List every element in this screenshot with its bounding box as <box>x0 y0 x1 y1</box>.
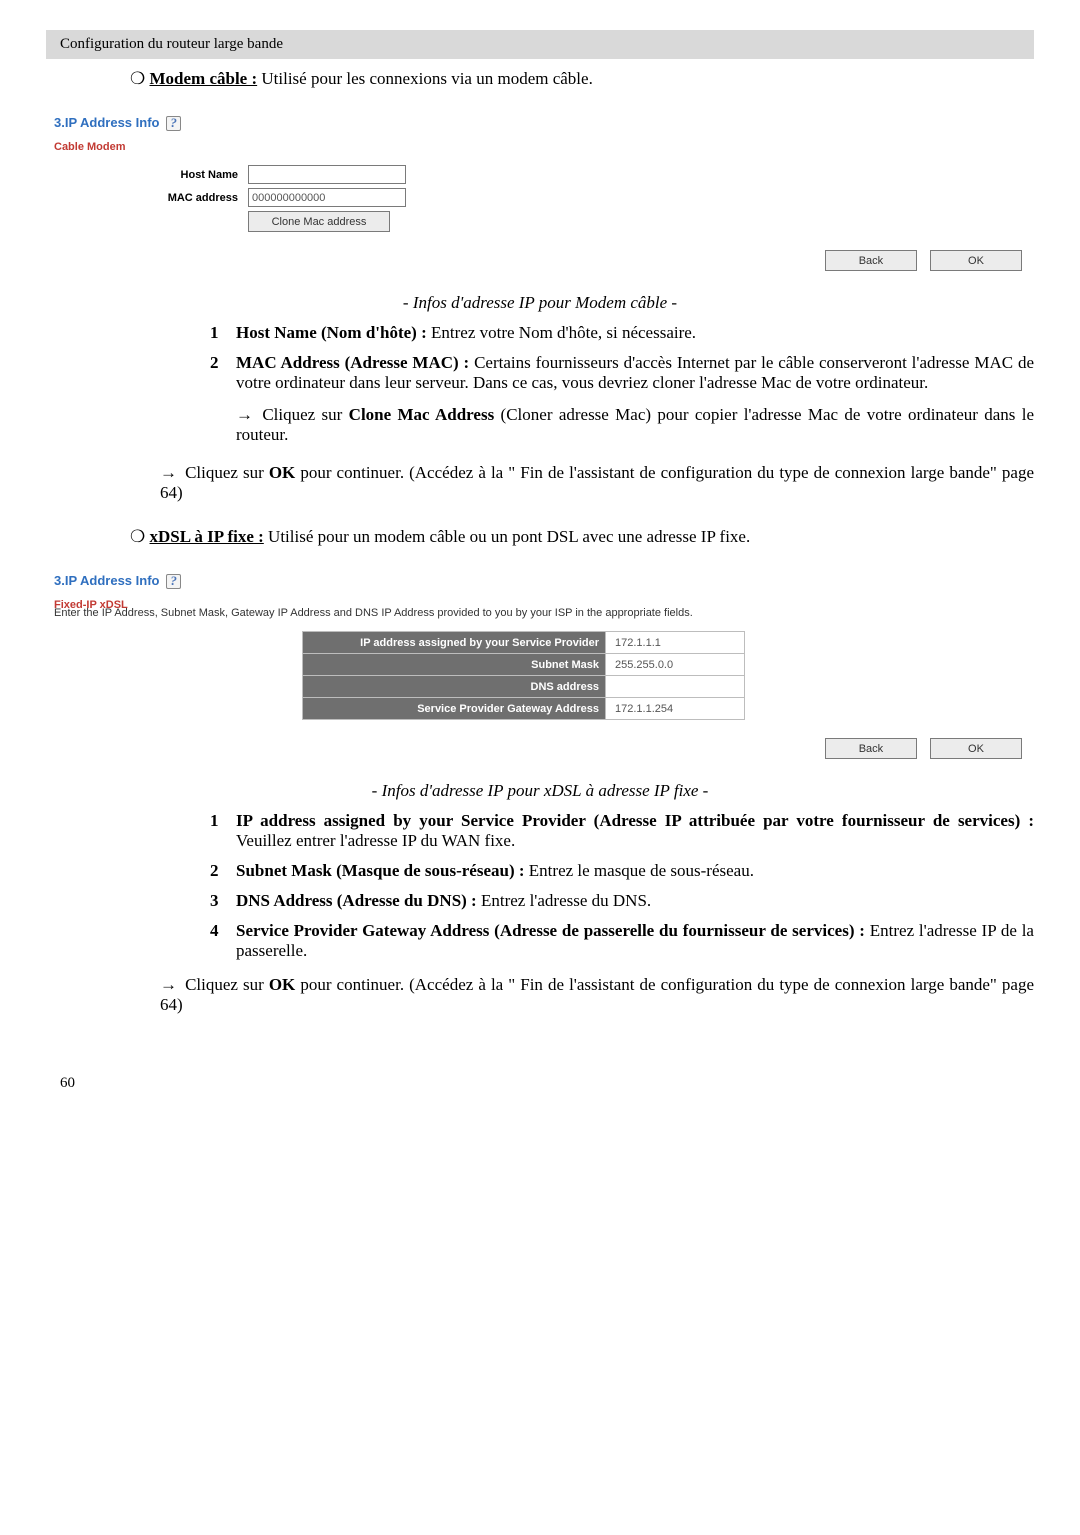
table-row: DNS address <box>303 676 745 698</box>
shot1-section: Cable Modem <box>54 141 1028 153</box>
screenshot-cable-modem: 3.IP Address Info ? Cable Modem Host Nam… <box>46 103 1034 283</box>
list-item-text: Entrez votre Nom d'hôte, si nécessaire. <box>431 323 696 342</box>
host-name-label: Host Name <box>52 169 248 181</box>
help-icon[interactable]: ? <box>166 116 181 131</box>
page-header-text: Configuration du routeur large bande <box>60 36 283 52</box>
list-item: 1 Host Name (Nom d'hôte) : Entrez votre N… <box>210 323 1034 343</box>
shot2-title-text: 3.IP Address Info <box>54 573 159 588</box>
table-value-cell: 172.1.1.1 <box>606 632 745 654</box>
table-row: IP address assigned by your Service Prov… <box>303 632 745 654</box>
table-value-cell: 255.255.0.0 <box>606 654 745 676</box>
numbered-list-2: 1 IP address assigned by your Service Pro… <box>210 811 1034 961</box>
ok-tip1-bold: OK <box>269 463 295 482</box>
bullet-modem-cable: Modem câble : Utilisé pour les connexion… <box>130 69 1034 89</box>
screenshot-fixed-ip: 3.IP Address Info ? Fixed-IP xDSL Enter … <box>46 561 1034 771</box>
shot1-button-row: Back OK <box>52 250 1022 271</box>
list1-container: 1 Host Name (Nom d'hôte) : Entrez votre N… <box>210 323 1034 393</box>
ok-button[interactable]: OK <box>930 738 1022 759</box>
list-item-term: DNS Address (Adresse du DNS) : <box>236 891 481 910</box>
page-number: 60 <box>60 1075 1080 1092</box>
ok-tip2-pre: Cliquez sur <box>185 975 269 994</box>
shot2-button-row: Back OK <box>52 738 1022 759</box>
numbered-list-1: 1 Host Name (Nom d'hôte) : Entrez votre N… <box>210 323 1034 393</box>
back-button[interactable]: Back <box>825 250 917 271</box>
back-button[interactable]: Back <box>825 738 917 759</box>
list-item: 1 IP address assigned by your Service Pro… <box>210 811 1034 851</box>
table-value-cell: 172.1.1.254 <box>606 698 745 720</box>
list-item: 3 DNS Address (Adresse du DNS) : Entrez l… <box>210 891 1034 911</box>
bullet-xdsl-label: xDSL à IP fixe : <box>150 527 264 546</box>
bullet-marker <box>130 527 150 546</box>
ok-tip1-pre: Cliquez sur <box>185 463 269 482</box>
ip-input[interactable]: 172.1.1.1 <box>612 635 738 650</box>
shot1-title-text: 3.IP Address Info <box>54 115 159 130</box>
table-value-cell <box>606 676 745 698</box>
list-item-number: 2 <box>210 861 219 881</box>
host-name-input[interactable] <box>248 165 406 184</box>
clone-row: Clone Mac address <box>52 211 1028 232</box>
table-label-cell: DNS address <box>303 676 606 698</box>
ip-input[interactable]: 255.255.0.0 <box>612 657 738 672</box>
list-item-number: 1 <box>210 811 219 831</box>
host-name-row: Host Name <box>52 165 1028 184</box>
list-item-term: Subnet Mask (Masque de sous-réseau) : <box>236 861 529 880</box>
table-row: Service Provider Gateway Address 172.1.1.… <box>303 698 745 720</box>
list-item-term: Host Name (Nom d'hôte) : <box>236 323 431 342</box>
list-item-number: 1 <box>210 323 219 343</box>
ip-input[interactable]: 172.1.1.254 <box>612 701 738 716</box>
bullet-marker <box>130 69 150 88</box>
ok-tip-2: Cliquez sur OK pour continuer. (Accédez … <box>160 975 1034 1015</box>
table-label-cell: Subnet Mask <box>303 654 606 676</box>
list-item-number: 2 <box>210 353 219 373</box>
list-item: 2MAC Address (Adresse MAC) : Certains fo… <box>210 353 1034 393</box>
mac-row: MAC address 000000000000 <box>52 188 1028 207</box>
list-item: 4 Service Provider Gateway Address (Adres… <box>210 921 1034 961</box>
help-icon[interactable]: ? <box>166 574 181 589</box>
list-item-number: 3 <box>210 891 219 911</box>
ok-button[interactable]: OK <box>930 250 1022 271</box>
table-label-cell: IP address assigned by your Service Prov… <box>303 632 606 654</box>
list-item: 2 Subnet Mask (Masque de sous-réseau) : E… <box>210 861 1034 881</box>
bullet-modem-label: Modem câble : <box>150 69 258 88</box>
page-header-bar: Configuration du routeur large bande <box>46 30 1034 59</box>
list-item-term: MAC Address (Adresse MAC) : <box>236 353 474 372</box>
table-label-cell: Service Provider Gateway Address <box>303 698 606 720</box>
list-item-text: Veuillez entrer l'adresse IP du WAN fixe… <box>236 831 515 850</box>
list2-container: 1 IP address assigned by your Service Pro… <box>210 811 1034 961</box>
bullet-xdsl: xDSL à IP fixe : Utilisé pour un modem c… <box>130 527 1034 547</box>
list-item-term: Service Provider Gateway Address (Adress… <box>236 921 870 940</box>
mac-label: MAC address <box>52 192 248 204</box>
shot2-desc: Enter the IP Address, Subnet Mask, Gatew… <box>54 607 1028 619</box>
bullet-xdsl-rest: Utilisé pour un modem câble ou un pont D… <box>268 527 750 546</box>
clone-tip-pre: Cliquez sur <box>262 405 348 424</box>
list-item-text: Entrez l'adresse du DNS. <box>481 891 651 910</box>
clone-tip-bold: Clone Mac Address <box>349 405 495 424</box>
ok-tip2-bold: OK <box>269 975 295 994</box>
shot1-title: 3.IP Address Info ? <box>54 115 1028 131</box>
caption-1: - Infos d'adresse IP pour Modem câble - <box>0 293 1080 313</box>
table-row: Subnet Mask 255.255.0.0 <box>303 654 745 676</box>
clone-mac-button[interactable]: Clone Mac address <box>248 211 390 232</box>
ok-tip-1: Cliquez sur OK pour continuer. (Accédez … <box>160 463 1034 503</box>
list-item-number: 4 <box>210 921 219 941</box>
bullet-modem-rest: Utilisé pour les connexions via un modem… <box>261 69 592 88</box>
mac-input[interactable]: 000000000000 <box>248 188 406 207</box>
list-item-text: Entrez le masque de sous-réseau. <box>529 861 754 880</box>
ip-input[interactable] <box>612 679 738 694</box>
ip-table: IP address assigned by your Service Prov… <box>302 631 745 720</box>
list-item-term: IP address assigned by your Service Prov… <box>236 811 1034 830</box>
caption-2: - Infos d'adresse IP pour xDSL à adresse… <box>0 781 1080 801</box>
shot2-title: 3.IP Address Info ? <box>54 573 1028 589</box>
clone-tip: Cliquez sur Clone Mac Address (Cloner ad… <box>236 405 1034 445</box>
